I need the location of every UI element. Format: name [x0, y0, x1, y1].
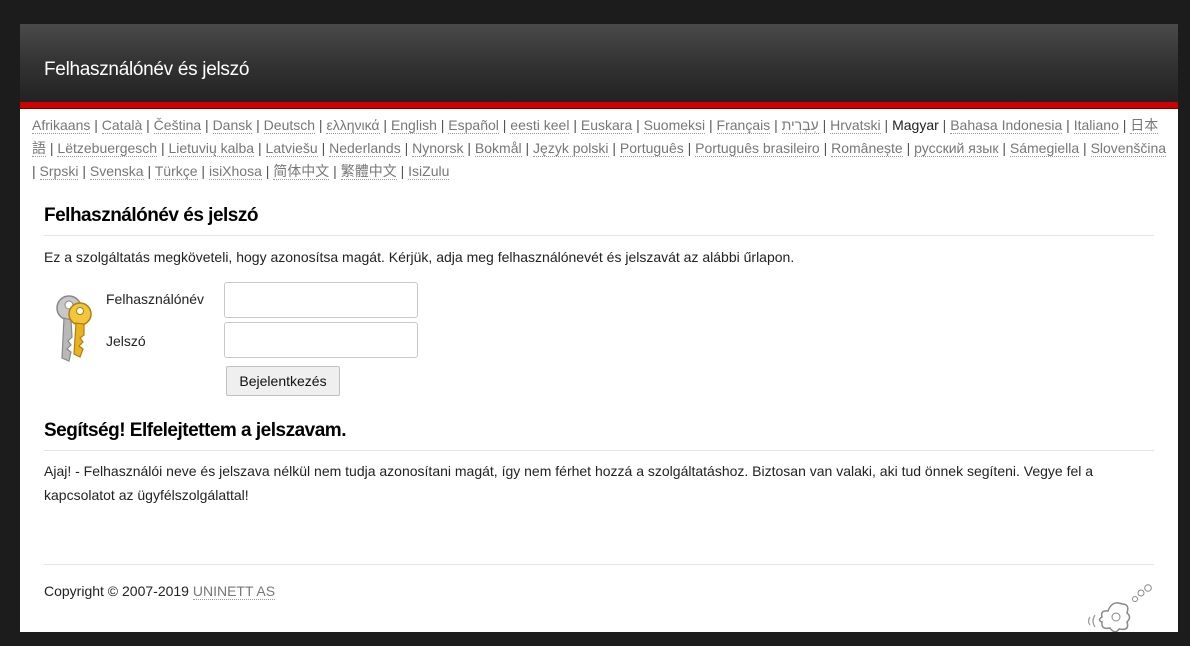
language-separator: |	[78, 163, 90, 179]
language-link[interactable]: Lëtzebuergesch	[57, 140, 158, 157]
language-link[interactable]: Português	[619, 140, 684, 157]
password-label: Jelszó	[106, 333, 146, 349]
keys-icon	[52, 294, 98, 369]
username-label: Felhasználónév	[106, 291, 205, 307]
language-link[interactable]: русский язык	[914, 140, 999, 157]
language-link[interactable]: Hrvatski	[830, 117, 881, 134]
language-separator: |	[46, 140, 58, 156]
language-link[interactable]: Türkçe	[154, 163, 198, 180]
language-link[interactable]: עִבְרִית	[781, 117, 819, 134]
copyright-text: Copyright © 2007-2019	[44, 583, 193, 599]
language-link[interactable]: Lietuvių kalba	[168, 140, 255, 157]
language-link[interactable]: English	[390, 117, 437, 134]
language-separator: |	[1062, 117, 1074, 133]
language-link[interactable]: Čeština	[153, 117, 202, 134]
language-separator: |	[317, 140, 330, 156]
language-separator: |	[938, 117, 951, 133]
language-link[interactable]: Srpski	[39, 163, 79, 180]
language-link[interactable]: Italiano	[1073, 117, 1119, 134]
language-link[interactable]: ελληνικά	[326, 117, 380, 134]
language-separator: |	[32, 163, 40, 179]
language-link[interactable]: IsiZulu	[408, 163, 450, 180]
login-heading: Felhasználónév és jelszó	[44, 205, 1154, 236]
language-link[interactable]: Svenska	[89, 163, 144, 180]
language-link[interactable]: Deutsch	[263, 117, 316, 134]
language-separator: |	[998, 140, 1010, 156]
page-title: Felhasználónév és jelszó	[44, 59, 250, 80]
language-link[interactable]: eesti keel	[510, 117, 570, 134]
language-separator: |	[315, 117, 327, 133]
help-heading: Segítség! Elfelejtettem a jelszavam.	[44, 420, 1154, 451]
language-separator: |	[436, 117, 449, 133]
language-separator: |	[197, 163, 209, 179]
language-separator: |	[400, 140, 413, 156]
page: Felhasználónév és jelszó Afrikaans | Cat…	[20, 24, 1178, 632]
language-separator: |	[1079, 140, 1091, 156]
language-link[interactable]: Euskara	[580, 117, 633, 134]
help-text: Ajaj! - Felhasználói neve és jelszava né…	[44, 463, 1094, 503]
language-separator: |	[201, 117, 213, 133]
language-current: Magyar	[892, 117, 939, 133]
login-form: Felhasználónév Jelszó Bejelentkezés	[44, 282, 1154, 404]
language-separator: |	[569, 117, 581, 133]
language-separator: |	[608, 140, 620, 156]
language-separator: |	[157, 140, 169, 156]
language-link[interactable]: Nynorsk	[412, 140, 464, 157]
language-separator: |	[705, 117, 717, 133]
header: Felhasználónév és jelszó	[20, 24, 1178, 102]
language-separator: |	[90, 117, 102, 133]
main-content: Felhasználónév és jelszó Ez a szolgáltat…	[20, 205, 1178, 507]
username-input[interactable]	[224, 282, 418, 318]
language-link[interactable]: Nederlands	[329, 140, 401, 157]
language-separator: |	[252, 117, 264, 133]
language-separator: |	[632, 117, 644, 133]
language-link[interactable]: Latviešu	[265, 140, 318, 157]
language-separator: |	[819, 140, 832, 156]
language-separator: |	[1118, 117, 1131, 133]
language-separator: |	[254, 140, 266, 156]
language-separator: |	[521, 140, 534, 156]
company-link[interactable]: UNINETT AS	[192, 583, 276, 600]
language-link[interactable]: 繁體中文	[340, 163, 397, 180]
language-link[interactable]: Français	[716, 117, 771, 134]
language-separator: |	[880, 117, 893, 133]
language-link[interactable]: 简体中文	[273, 163, 330, 180]
language-separator: |	[379, 117, 391, 133]
simplesamlphp-logo-icon	[1086, 584, 1152, 632]
language-link[interactable]: Afrikaans	[32, 117, 91, 134]
language-separator: |	[498, 117, 511, 133]
language-separator: |	[818, 117, 831, 133]
language-separator: |	[463, 140, 475, 156]
accent-bar	[20, 102, 1178, 109]
language-link[interactable]: Sámegiella	[1009, 140, 1080, 157]
language-separator: |	[261, 163, 274, 179]
language-link[interactable]: isiXhosa	[208, 163, 262, 180]
language-link[interactable]: Bahasa Indonesia	[950, 117, 1063, 134]
language-link[interactable]: Język polski	[533, 140, 609, 157]
language-link[interactable]: Español	[448, 117, 499, 134]
language-link[interactable]: Català	[101, 117, 143, 134]
language-separator: |	[143, 163, 155, 179]
language-bar: Afrikaans | Català | Čeština | Dansk | D…	[20, 109, 1178, 183]
language-link[interactable]: Português brasileiro	[695, 140, 820, 157]
footer: Copyright © 2007-2019 UNINETT AS	[44, 564, 1154, 632]
language-separator: |	[770, 117, 782, 133]
language-link[interactable]: Românește	[831, 140, 903, 157]
language-separator: |	[902, 140, 915, 156]
language-separator: |	[329, 163, 341, 179]
language-separator: |	[683, 140, 696, 156]
language-link[interactable]: Slovenščina	[1090, 140, 1167, 157]
login-description: Ez a szolgáltatás megköveteli, hogy azon…	[44, 249, 795, 265]
login-button[interactable]: Bejelentkezés	[226, 366, 340, 396]
language-link[interactable]: Suomeksi	[643, 117, 706, 134]
language-separator: |	[142, 117, 154, 133]
password-input[interactable]	[224, 322, 418, 358]
language-separator: |	[396, 163, 409, 179]
language-link[interactable]: Dansk	[212, 117, 253, 134]
language-link[interactable]: Bokmål	[474, 140, 522, 157]
